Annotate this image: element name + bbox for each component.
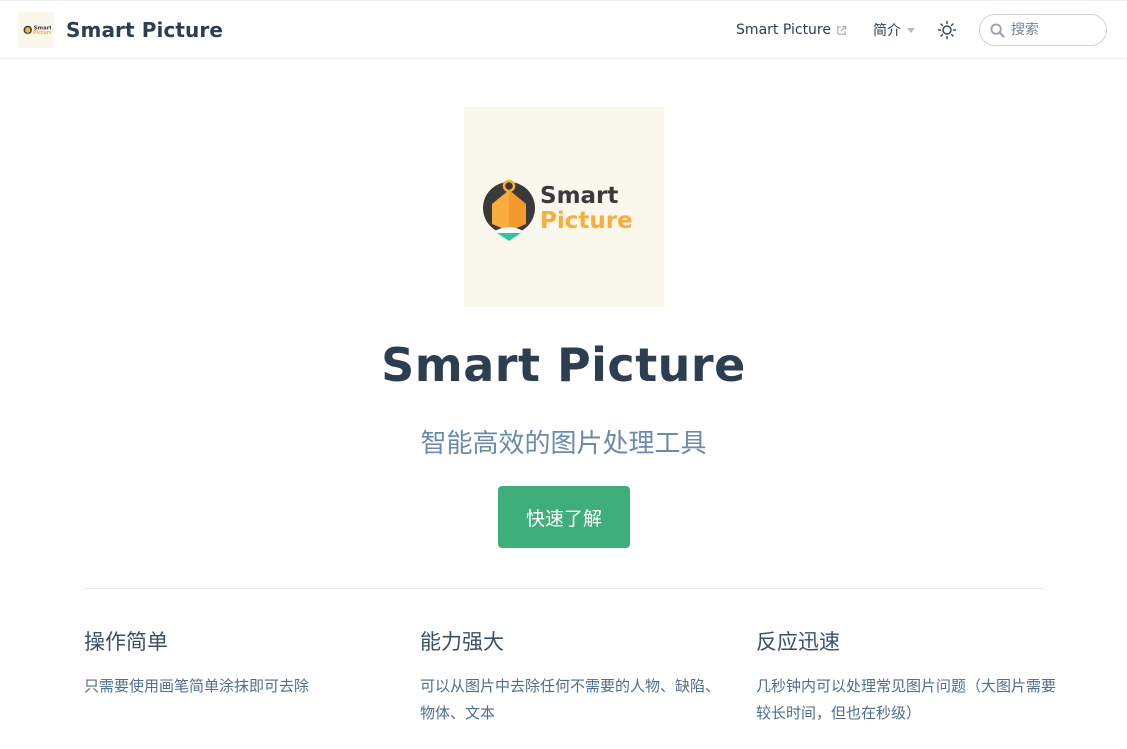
navbar: Smart Picture Smart Picture Smart Pictur… [0,0,1127,59]
caret-down-icon [907,27,915,33]
site-title: Smart Picture [66,18,224,42]
feature-powerful: 能力强大 可以从图片中去除任何不需要的人物、缺陷、物体、文本 [420,626,720,727]
search-input[interactable] [1011,22,1099,38]
hero-logo-image: Smart Picture [464,107,664,307]
logo-text-picture: Picture [540,208,633,234]
feature-title: 反应迅速 [756,630,840,654]
smart-picture-logo: Smart Picture [483,179,633,241]
svg-text:Picture: Picture [33,30,51,36]
intro-dropdown[interactable]: 简介 [873,20,915,40]
feature-details: 可以从图片中去除任何不需要的人物、缺陷、物体、文本 [420,677,721,722]
search-icon [990,22,1005,38]
get-started-button[interactable]: 快速了解 [498,486,630,548]
feature-simple: 操作简单 只需要使用画笔简单涂抹即可去除 [84,626,384,700]
feature-details: 几秒钟内可以处理常见图片问题（大图片需要较长时间，但也在秒级） [756,677,1057,722]
nav-link-smart-picture[interactable]: Smart Picture [736,22,847,38]
divider [84,588,1044,589]
nav-links: Smart Picture 简介 [736,14,1107,46]
feature-title: 操作简单 [84,630,168,654]
feature-details: 只需要使用画笔简单涂抹即可去除 [84,677,310,695]
smart-picture-logo-icon: Smart Picture [23,25,51,36]
external-link-icon [837,25,847,35]
hero-description: 智能高效的图片处理工具 [420,429,707,459]
search-box[interactable] [979,14,1107,46]
nav-link-label: Smart Picture [736,22,831,38]
sun-icon [937,20,957,40]
dropdown-label: 简介 [873,23,901,39]
hero-title: Smart Picture [381,338,746,392]
brand-logo: Smart Picture [18,12,54,48]
logo-text-smart: Smart [540,183,618,209]
theme-toggle-button[interactable] [937,20,957,40]
feature-title: 能力强大 [420,630,504,654]
feature-fast: 反应迅速 几秒钟内可以处理常见图片问题（大图片需要较长时间，但也在秒级） [756,626,1056,727]
home-link[interactable]: Smart Picture Smart Picture [18,12,223,48]
svg-text:Smart: Smart [34,25,51,31]
